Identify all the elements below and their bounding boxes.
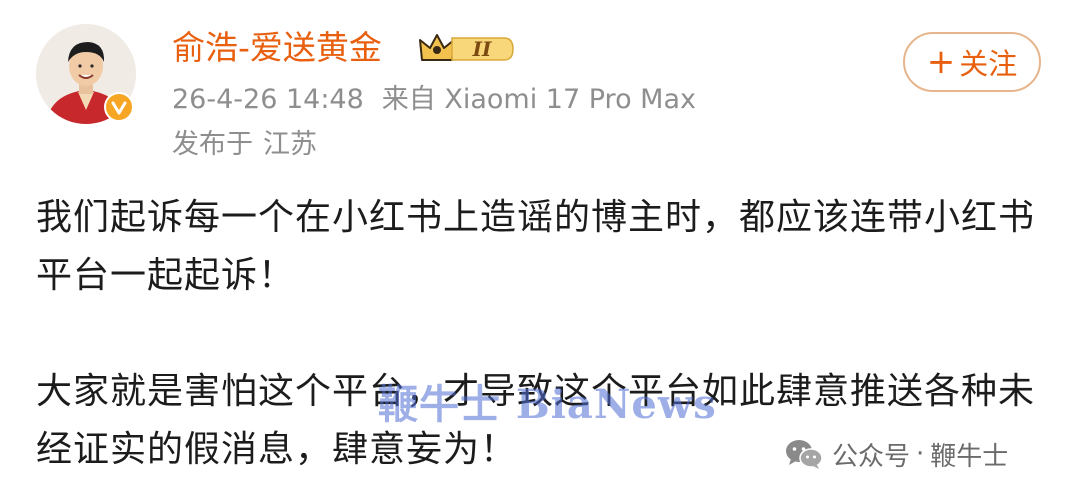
follow-button-label: 关注 [959,47,1018,81]
post-source: 来自 Xiaomi 17 Pro Max [381,84,696,115]
plus-icon: + [926,42,956,82]
source-account-name: 鞭牛士 [930,441,1009,472]
post-timestamp: 26-4-26 14:48 [172,84,364,115]
wechat-icon [786,440,823,469]
source-account-label: 公众号 [832,441,911,472]
post-paragraph: 我们起诉每一个在小红书上造谣的博主时，都应该连带小红书平台一起起诉！ [36,197,1036,296]
location-value: 江苏 [263,129,317,160]
vip-crown-badge-icon: II [419,34,514,61]
username[interactable]: 俞浩-爱送黄金 [172,26,382,70]
verified-badge-icon [104,92,134,122]
follow-button[interactable]: + 关注 [903,32,1041,92]
post-meta: 26-4-26 14:48 来自 Xiaomi 17 Pro Max [172,81,696,119]
source-account-tag: 公众号 · 鞭牛士 [784,436,1008,472]
vip-level: II [472,37,492,61]
post-location: 发布于 江苏 [172,126,317,164]
source-account-separator: · [916,439,925,469]
location-label: 发布于 [172,129,253,160]
